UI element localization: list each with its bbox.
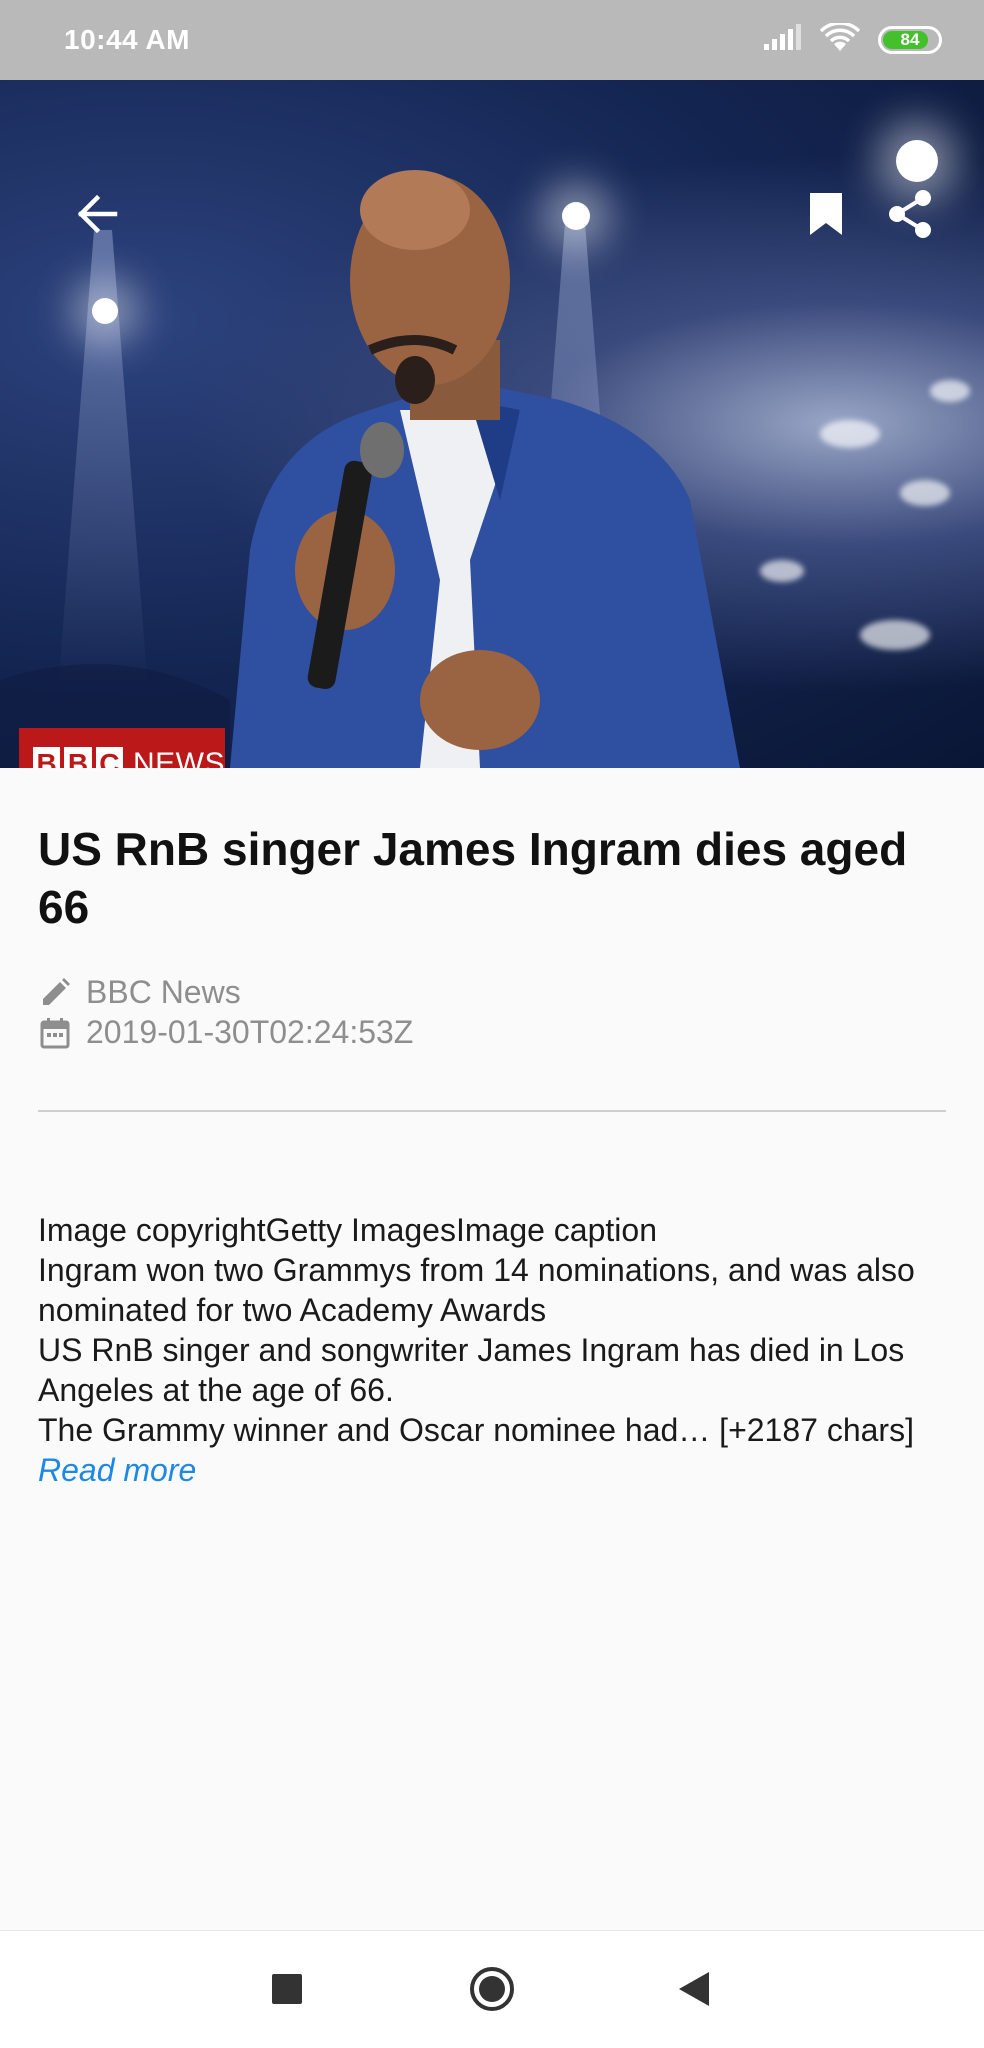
signal-icon [762, 23, 802, 57]
read-more-link[interactable]: Read more [38, 1450, 948, 1490]
home-button[interactable] [462, 1961, 522, 2021]
article-author-row: BBC News [38, 974, 241, 1011]
wifi-icon [819, 20, 861, 58]
status-time: 10:44 AM [64, 24, 190, 55]
share-button[interactable] [870, 176, 950, 256]
battery-level: 84 [900, 30, 920, 49]
back-button[interactable] [58, 176, 138, 256]
article-date: 2019-01-30T02:24:53Z [86, 1014, 414, 1050]
article-body-text: Image copyrightGetty ImagesImage caption… [38, 1212, 915, 1448]
back-nav-button[interactable] [664, 1961, 724, 2021]
battery-indicator: 84 [878, 26, 942, 54]
article-date-row: 2019-01-30T02:24:53Z [38, 1014, 413, 1051]
arrow-left-icon [75, 191, 121, 242]
bbc-news-logo: B B C NEWS [19, 728, 225, 768]
logo-block-b2: B [64, 747, 92, 768]
recent-apps-button[interactable] [257, 1961, 317, 2021]
pencil-icon [38, 976, 72, 1010]
article-hero-image: B B C NEWS [0, 80, 984, 768]
logo-block-c: C [95, 747, 123, 768]
status-bar: 10:44 AM 84 [0, 0, 984, 80]
divider [38, 1110, 946, 1112]
article-body: Image copyrightGetty ImagesImage caption… [38, 1170, 948, 1530]
bookmark-icon [808, 191, 844, 242]
article-title: US RnB singer James Ingram dies aged 66 [38, 823, 908, 933]
home-icon [468, 1965, 516, 2018]
logo-block-b1: B [33, 747, 61, 768]
logo-word: NEWS [132, 747, 225, 768]
status-icons: 84 [762, 20, 942, 58]
recent-apps-icon [270, 1972, 304, 2011]
back-icon [677, 1970, 711, 2013]
calendar-icon [38, 1016, 72, 1050]
share-icon [887, 189, 933, 244]
system-nav-bar [0, 1930, 984, 2048]
bookmark-button[interactable] [786, 176, 866, 256]
article-author: BBC News [86, 974, 241, 1010]
